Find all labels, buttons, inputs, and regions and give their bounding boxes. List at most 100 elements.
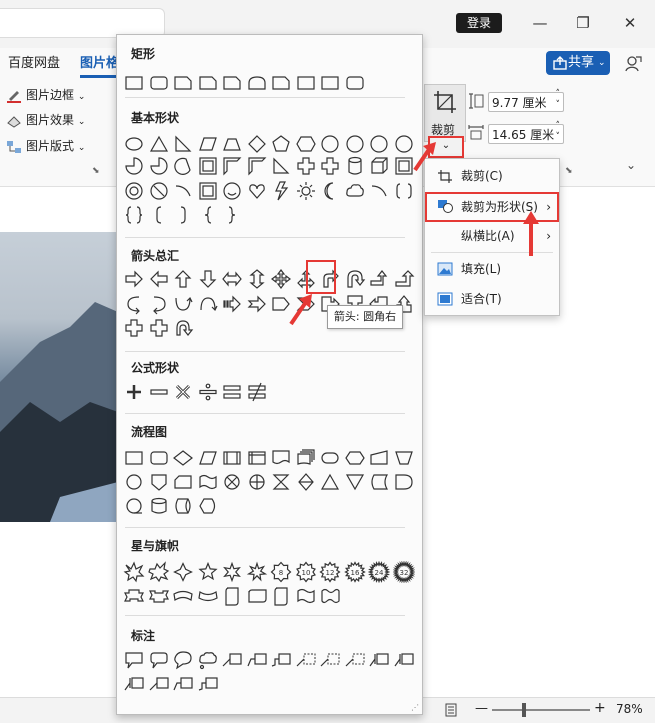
shape-option-snip[interactable] xyxy=(270,72,292,94)
shape-option-clDash[interactable] xyxy=(295,649,317,671)
shape-option-clBar[interactable] xyxy=(393,649,415,671)
shape-option-fcMag[interactable] xyxy=(148,495,170,517)
shape-option-eqDiv[interactable] xyxy=(197,381,219,403)
shape-option-fcSeq[interactable] xyxy=(123,495,145,517)
shape-option-circArr[interactable] xyxy=(172,317,194,339)
shape-option-fcPre[interactable] xyxy=(221,447,243,469)
shape-option-scrollV[interactable] xyxy=(221,585,243,607)
print-layout-icon[interactable] xyxy=(444,703,458,717)
shape-option-moon[interactable] xyxy=(319,180,341,202)
minimize-button[interactable]: — xyxy=(520,10,560,36)
shape-option-clLine1[interactable] xyxy=(221,649,243,671)
shape-option-hex[interactable] xyxy=(295,133,317,155)
document-image[interactable] xyxy=(0,232,118,522)
shape-option-fcData[interactable] xyxy=(197,447,219,469)
shape-option-plus[interactable] xyxy=(319,155,341,177)
shape-option-donut[interactable] xyxy=(123,180,145,202)
shape-option-curvRib[interactable] xyxy=(172,585,194,607)
shape-option-dbrace[interactable] xyxy=(123,204,145,226)
shape-option-clDash[interactable] xyxy=(319,649,341,671)
shape-option-half[interactable] xyxy=(221,155,243,177)
shape-option-clLine2[interactable] xyxy=(246,649,268,671)
shape-option-fcProc[interactable] xyxy=(123,447,145,469)
shape-option-s6[interactable] xyxy=(221,561,243,583)
shape-option-fcSum[interactable] xyxy=(221,471,243,493)
spin-down-icon[interactable]: ˅ xyxy=(556,132,561,142)
spin-down-icon[interactable]: ˅ xyxy=(556,100,561,110)
shape-option-dwave[interactable] xyxy=(319,585,341,607)
shape-option-curvD[interactable] xyxy=(197,293,219,315)
shape-option-clLine1[interactable] xyxy=(148,673,170,695)
shape-option-rect[interactable] xyxy=(319,72,341,94)
shape-option-dbrack[interactable] xyxy=(393,180,415,202)
shape-option-fcCard[interactable] xyxy=(172,471,194,493)
shape-option-arU[interactable] xyxy=(172,268,194,290)
shape-option-lup[interactable] xyxy=(368,268,390,290)
shape-option-bolt[interactable] xyxy=(270,180,292,202)
zoom-out-icon[interactable]: — xyxy=(475,701,488,716)
shape-option-fcDoc[interactable] xyxy=(270,447,292,469)
shape-option-notched[interactable] xyxy=(246,293,268,315)
shape-option-arLR[interactable] xyxy=(221,268,243,290)
shape-option-rbrack[interactable] xyxy=(172,204,194,226)
shape-option-snip[interactable] xyxy=(197,72,219,94)
shape-option-can[interactable] xyxy=(344,155,366,177)
shape-option-ribbonUp[interactable] xyxy=(123,585,145,607)
shape-option-t12[interactable]: 12 xyxy=(319,561,341,583)
shape-option-rrect[interactable] xyxy=(148,72,170,94)
shape-option-fcMulti[interactable] xyxy=(295,447,317,469)
size-launcher-icon[interactable]: ⬊ xyxy=(565,166,573,176)
shape-option-diam[interactable] xyxy=(246,133,268,155)
picture-layout-button[interactable]: 图片版式 ⌄ xyxy=(6,136,85,156)
shape-option-curvL[interactable] xyxy=(148,293,170,315)
shape-option-s7[interactable] xyxy=(246,561,268,583)
shape-option-t32[interactable]: 32 xyxy=(392,561,415,583)
shape-option-nosym[interactable] xyxy=(148,180,170,202)
group-launcher-icon[interactable]: ⬊ xyxy=(92,166,100,176)
resize-grip-icon[interactable]: ⋰ xyxy=(411,703,419,712)
shape-option-snip[interactable] xyxy=(221,72,243,94)
shape-option-fcSort[interactable] xyxy=(295,471,317,493)
shape-option-eqEq[interactable] xyxy=(221,381,243,403)
shape-option-s4[interactable] xyxy=(172,561,194,583)
shape-option-arUD[interactable] xyxy=(246,268,268,290)
height-field[interactable]: 9.77 厘米 ˄ ˅ xyxy=(488,89,564,112)
shape-option-clLine3[interactable] xyxy=(270,649,292,671)
shape-option-smile[interactable] xyxy=(221,180,243,202)
shape-option-clOval[interactable] xyxy=(172,649,194,671)
shape-option-cube[interactable] xyxy=(368,155,390,177)
shape-option-curvRib2[interactable] xyxy=(197,585,219,607)
shape-option-fcInt[interactable] xyxy=(246,447,268,469)
picture-effects-button[interactable]: 图片效果 ⌄ xyxy=(6,110,85,130)
shape-option-wave[interactable] xyxy=(295,585,317,607)
shape-option-eqMul[interactable] xyxy=(172,381,194,403)
shape-option-fcColl[interactable] xyxy=(270,471,292,493)
spin-up-icon[interactable]: ˄ xyxy=(556,121,561,131)
shape-option-uturn[interactable] xyxy=(344,268,366,290)
shape-option-eqMinus[interactable] xyxy=(148,381,170,403)
shape-option-fcTape[interactable] xyxy=(197,471,219,493)
menu-item-fit[interactable]: 适合(T) xyxy=(425,285,559,313)
shape-option-arR[interactable] xyxy=(123,268,145,290)
shape-option-arc[interactable] xyxy=(368,180,390,202)
shape-option-fcStored[interactable] xyxy=(368,471,390,493)
picture-border-button[interactable]: 图片边框 ⌄ xyxy=(6,85,85,105)
shape-option-ar4[interactable] xyxy=(270,268,292,290)
shape-option-chord[interactable] xyxy=(172,155,194,177)
shape-option-para[interactable] xyxy=(197,133,219,155)
login-button[interactable]: 登录 xyxy=(456,13,502,33)
shape-option-arL[interactable] xyxy=(148,268,170,290)
shape-option-clDash[interactable] xyxy=(344,649,366,671)
shape-option-rtri[interactable] xyxy=(172,133,194,155)
shape-option-pent[interactable] xyxy=(270,133,292,155)
shape-option-rtri[interactable] xyxy=(270,155,292,177)
tab-picture-format[interactable]: 图片格 xyxy=(80,52,119,76)
shape-option-frame[interactable] xyxy=(197,180,219,202)
shape-option-cloud[interactable] xyxy=(344,180,366,202)
shape-option-clBar[interactable] xyxy=(123,673,145,695)
shape-option-round[interactable] xyxy=(246,72,268,94)
shape-option-curvU[interactable] xyxy=(172,293,194,315)
shape-option-lbrack[interactable] xyxy=(148,204,170,226)
shape-option-num[interactable] xyxy=(344,133,366,155)
shape-option-rrect[interactable] xyxy=(344,72,366,94)
